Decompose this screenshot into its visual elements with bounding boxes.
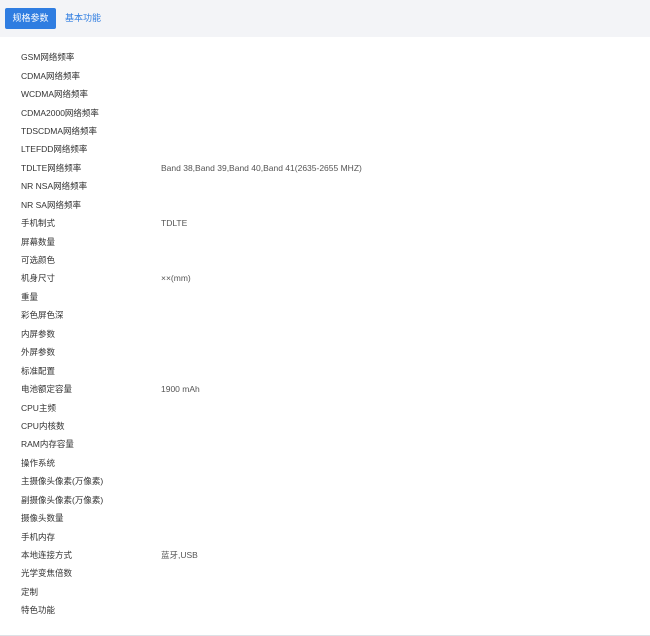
spec-row: 可选颜色 bbox=[0, 251, 650, 269]
spec-label: WCDMA网络频率 bbox=[21, 89, 89, 100]
spec-label: 标准配置 bbox=[21, 365, 56, 376]
spec-row: TDLTE网络频率 Band 38,Band 39,Band 40,Band 41… bbox=[0, 159, 650, 177]
spec-label: 主摄像头像素(万像素) bbox=[21, 476, 104, 487]
spec-label: 可选颜色 bbox=[21, 255, 56, 266]
spec-label: NR SA网络频率 bbox=[21, 199, 81, 210]
spec-row: CPU主频 bbox=[0, 398, 650, 416]
spec-value: 1900 mAh bbox=[161, 384, 200, 395]
spec-value: TDLTE bbox=[161, 218, 188, 229]
spec-label: 摄像头数量 bbox=[21, 513, 64, 524]
spec-value: 蓝牙,USB bbox=[161, 550, 198, 561]
spec-label: 手机内存 bbox=[21, 531, 56, 542]
spec-label: 电池额定容量 bbox=[21, 384, 73, 395]
spec-row: CDMA网络频率 bbox=[0, 66, 650, 84]
spec-label: 彩色屏色深 bbox=[21, 310, 64, 321]
spec-label: 内屏参数 bbox=[21, 328, 56, 339]
spec-label: 操作系统 bbox=[21, 457, 56, 468]
spec-row: GSM网络频率 bbox=[0, 48, 650, 66]
spec-row: 电池额定容量 1900 mAh bbox=[0, 380, 650, 398]
spec-page: 规格参数 基本功能 GSM网络频率 CDMA网络频率 WCDMA网络频率 CDMA20… bbox=[0, 0, 650, 636]
spec-row: 重量 bbox=[0, 288, 650, 306]
spec-label: 定制 bbox=[21, 586, 39, 597]
spec-row: LTEFDD网络频率 bbox=[0, 140, 650, 158]
spec-row: 光学变焦倍数 bbox=[0, 564, 650, 582]
spec-row: 彩色屏色深 bbox=[0, 306, 650, 324]
spec-label: 光学变焦倍数 bbox=[21, 568, 73, 579]
spec-label: 重量 bbox=[21, 291, 39, 302]
tab-basic-functions[interactable]: 基本功能 bbox=[56, 8, 101, 29]
spec-label: 外屏参数 bbox=[21, 347, 56, 358]
spec-row: 操作系统 bbox=[0, 454, 650, 472]
tab-specifications[interactable]: 规格参数 bbox=[5, 8, 56, 29]
spec-row: 定制 bbox=[0, 583, 650, 601]
spec-row: 主摄像头像素(万像素) bbox=[0, 472, 650, 490]
spec-row: 内屏参数 bbox=[0, 325, 650, 343]
spec-row: WCDMA网络频率 bbox=[0, 85, 650, 103]
spec-label: TDLTE网络频率 bbox=[21, 162, 82, 173]
spec-value: Band 38,Band 39,Band 40,Band 41(2635-265… bbox=[161, 162, 362, 173]
spec-list: GSM网络频率 CDMA网络频率 WCDMA网络频率 CDMA2000网络频率 TDSC… bbox=[0, 48, 650, 620]
spec-row: 屏幕数量 bbox=[0, 232, 650, 250]
spec-row: 本地连接方式 蓝牙,USB bbox=[0, 546, 650, 564]
spec-row: NR NSA网络频率 bbox=[0, 177, 650, 195]
spec-label: LTEFDD网络频率 bbox=[21, 144, 88, 155]
spec-row: CPU内核数 bbox=[0, 417, 650, 435]
spec-row: 副摄像头像素(万像素) bbox=[0, 491, 650, 509]
spec-label: 特色功能 bbox=[21, 605, 56, 616]
spec-label: GSM网络频率 bbox=[21, 52, 75, 63]
spec-row: 摄像头数量 bbox=[0, 509, 650, 527]
spec-row: RAM内存容量 bbox=[0, 435, 650, 453]
spec-row: 外屏参数 bbox=[0, 343, 650, 361]
spec-row: 手机制式 TDLTE bbox=[0, 214, 650, 232]
spec-label: CPU主频 bbox=[21, 402, 56, 413]
spec-row: 手机内存 bbox=[0, 527, 650, 545]
spec-label: 副摄像头像素(万像素) bbox=[21, 494, 104, 505]
spec-label: CDMA网络频率 bbox=[21, 70, 81, 81]
spec-row: 特色功能 bbox=[0, 601, 650, 619]
spec-label: NR NSA网络频率 bbox=[21, 181, 88, 192]
spec-row: CDMA2000网络频率 bbox=[0, 103, 650, 121]
spec-label: RAM内存容量 bbox=[21, 439, 74, 450]
spec-label: 屏幕数量 bbox=[21, 236, 56, 247]
spec-row: 机身尺寸 ××(mm) bbox=[0, 269, 650, 287]
spec-row: NR SA网络频率 bbox=[0, 196, 650, 214]
spec-label: 本地连接方式 bbox=[21, 550, 73, 561]
spec-row: TDSCDMA网络频率 bbox=[0, 122, 650, 140]
spec-label: 机身尺寸 bbox=[21, 273, 56, 284]
spec-label: TDSCDMA网络频率 bbox=[21, 125, 98, 136]
spec-label: CPU内核数 bbox=[21, 420, 65, 431]
spec-label: 手机制式 bbox=[21, 218, 56, 229]
spec-value: ××(mm) bbox=[161, 273, 191, 284]
tab-bar: 规格参数 基本功能 bbox=[0, 0, 650, 37]
spec-label: CDMA2000网络频率 bbox=[21, 107, 99, 118]
spec-row: 标准配置 bbox=[0, 361, 650, 379]
